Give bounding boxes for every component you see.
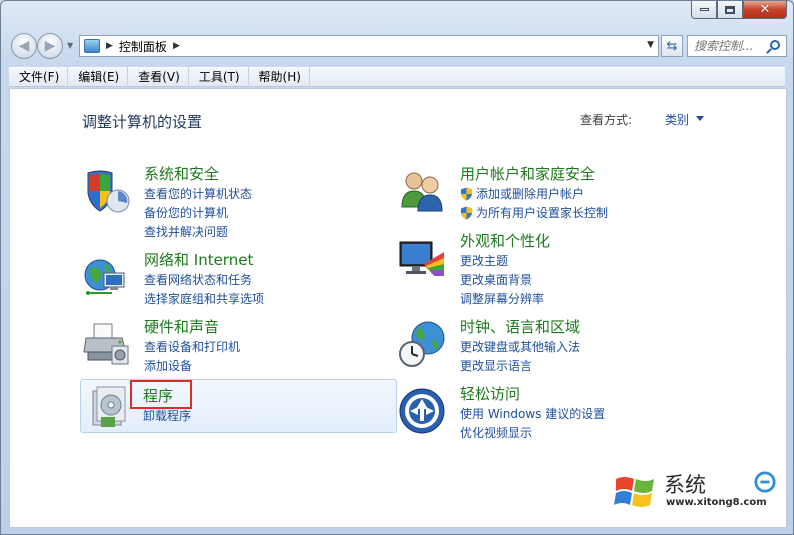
address-dropdown-icon[interactable]: ▼: [647, 40, 654, 50]
search-box[interactable]: [687, 35, 787, 57]
watermark-text: 系统: [664, 473, 706, 497]
breadcrumb-chevron-icon[interactable]: ▶: [173, 41, 180, 51]
link-use-windows-suggested[interactable]: 使用 Windows 建议的设置: [460, 404, 605, 423]
menu-tools[interactable]: 工具(T): [189, 67, 249, 87]
refresh-icon: ⇆: [666, 38, 678, 54]
link-parental-controls-row[interactable]: 为所有用户设置家长控制: [460, 203, 608, 222]
back-button[interactable]: ◀: [11, 33, 37, 59]
category-title-system-security[interactable]: 系统和安全: [144, 163, 219, 184]
shield-security-icon[interactable]: [82, 167, 130, 215]
close-icon: ✕: [759, 2, 771, 17]
network-globe-icon[interactable]: [82, 253, 130, 301]
search-input[interactable]: [694, 39, 768, 53]
category-title-appearance[interactable]: 外观和个性化: [460, 230, 550, 251]
caption-buttons: ✕: [691, 1, 787, 19]
minimize-button[interactable]: [691, 1, 717, 19]
link-uninstall-program[interactable]: 卸载程序: [143, 406, 191, 425]
menu-bar: 文件(F) 编辑(E) 查看(V) 工具(T) 帮助(H): [9, 67, 785, 87]
category-title-ease-of-access[interactable]: 轻松访问: [460, 383, 520, 404]
close-button[interactable]: ✕: [743, 1, 787, 19]
category-clock-language: 时钟、语言和区域 更改键盘或其他输入法 更改显示语言: [398, 316, 698, 375]
link-change-display-language[interactable]: 更改显示语言: [460, 356, 580, 375]
link-view-computer-status[interactable]: 查看您的计算机状态: [144, 184, 252, 203]
minimize-icon: [699, 8, 709, 11]
maximize-icon: [725, 5, 735, 14]
content-pane: 调整计算机的设置 查看方式: 类别 系统和安全 查看您的计算机状态 备份您的计算…: [9, 88, 787, 528]
category-title-user-accounts[interactable]: 用户帐户和家庭安全: [460, 163, 595, 184]
windows-logo-icon: [614, 477, 654, 507]
link-change-background[interactable]: 更改桌面背景: [460, 270, 544, 289]
forward-arrow-icon: ▶: [44, 38, 56, 54]
view-by-label: 查看方式:: [579, 113, 632, 127]
link-view-network-status[interactable]: 查看网络状态和任务: [144, 270, 264, 289]
watermark-logo-icon: [754, 471, 776, 493]
category-title-hardware-sound[interactable]: 硬件和声音: [144, 316, 219, 337]
link-add-remove-accounts[interactable]: 添加或删除用户帐户: [476, 185, 584, 202]
ease-of-access-icon[interactable]: [398, 387, 446, 435]
breadcrumb-separator-icon[interactable]: ▶: [106, 41, 113, 51]
category-user-accounts: 用户帐户和家庭安全 添加或删除用户帐户 为所有用户设置家长控制: [398, 163, 698, 222]
category-appearance: 外观和个性化 更改主题 更改桌面背景 调整屏幕分辨率: [398, 230, 698, 306]
link-change-theme[interactable]: 更改主题: [460, 251, 544, 270]
category-title-clock-language[interactable]: 时钟、语言和区域: [460, 316, 580, 337]
control-panel-icon: [84, 39, 100, 53]
category-programs[interactable]: 程序 卸载程序: [80, 379, 397, 433]
link-change-keyboard[interactable]: 更改键盘或其他输入法: [460, 337, 580, 356]
link-backup-computer[interactable]: 备份您的计算机: [144, 203, 252, 222]
link-optimize-video[interactable]: 优化视频显示: [460, 423, 605, 442]
address-bar[interactable]: ▶ 控制面板 ▶ ▼: [79, 35, 659, 57]
breadcrumb-control-panel[interactable]: 控制面板: [119, 38, 167, 55]
menu-view[interactable]: 查看(V): [128, 67, 189, 87]
link-adjust-resolution[interactable]: 调整屏幕分辨率: [460, 289, 544, 308]
category-hardware-sound: 硬件和声音 查看设备和打印机 添加设备: [82, 316, 382, 375]
link-view-devices-printers[interactable]: 查看设备和打印机: [144, 337, 240, 356]
users-icon[interactable]: [398, 167, 446, 215]
printer-icon[interactable]: [82, 320, 130, 368]
navigation-bar: ◀ ▶ ▼ ▶ 控制面板 ▶ ▼ ⇆: [9, 33, 787, 59]
link-homegroup-sharing[interactable]: 选择家庭组和共享选项: [144, 289, 264, 308]
category-title-network-internet[interactable]: 网络和 Internet: [144, 249, 253, 270]
menu-help[interactable]: 帮助(H): [249, 67, 310, 87]
monitor-palette-icon[interactable]: [398, 234, 446, 282]
watermark-url: www.xitong8.com: [666, 497, 767, 508]
menu-edit[interactable]: 编辑(E): [68, 67, 129, 87]
link-find-fix-problems[interactable]: 查找并解决问题: [144, 222, 252, 241]
programs-icon[interactable]: [87, 383, 135, 431]
category-ease-of-access: 轻松访问 使用 Windows 建议的设置 优化视频显示: [398, 383, 698, 442]
view-by-dropdown[interactable]: 类别: [665, 111, 689, 128]
search-icon[interactable]: [770, 40, 780, 50]
category-system-security: 系统和安全 查看您的计算机状态 备份您的计算机 查找并解决问题: [82, 163, 382, 239]
link-parental-controls[interactable]: 为所有用户设置家长控制: [476, 204, 608, 221]
recent-pages-dropdown[interactable]: ▼: [67, 41, 73, 50]
page-title: 调整计算机的设置: [82, 113, 203, 131]
back-arrow-icon: ◀: [18, 38, 30, 54]
watermark: 系统 www.xitong8.com: [614, 469, 776, 513]
control-panel-window: ✕ ◀ ▶ ▼ ▶ 控制面板 ▶ ▼ ⇆ 文件(F) 编辑(E) 查看(V) 工…: [0, 0, 794, 535]
category-network-internet: 网络和 Internet 查看网络状态和任务 选择家庭组和共享选项: [82, 249, 382, 308]
refresh-button[interactable]: ⇆: [661, 35, 683, 57]
maximize-button[interactable]: [717, 1, 743, 19]
uac-shield-icon: [460, 187, 473, 200]
forward-button[interactable]: ▶: [37, 33, 63, 59]
link-add-remove-accounts-row[interactable]: 添加或删除用户帐户: [460, 184, 608, 203]
highlight-box: [130, 380, 192, 409]
clock-globe-icon[interactable]: [398, 320, 446, 368]
view-by-chevron-down-icon[interactable]: [696, 116, 704, 121]
menu-file[interactable]: 文件(F): [9, 67, 69, 87]
uac-shield-icon: [460, 206, 473, 219]
link-add-device[interactable]: 添加设备: [144, 356, 240, 375]
